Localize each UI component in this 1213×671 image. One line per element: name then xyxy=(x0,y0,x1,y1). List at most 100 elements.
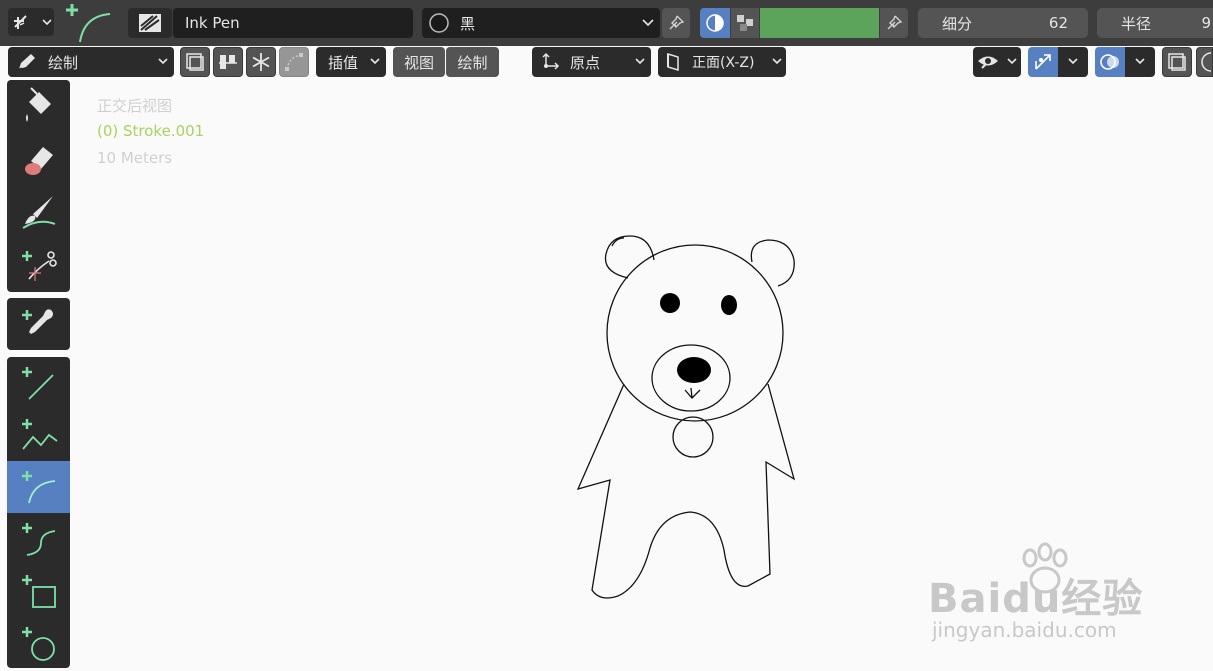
guides-icon xyxy=(219,55,237,69)
overlays-dropdown[interactable] xyxy=(1125,47,1155,77)
right-eye xyxy=(721,295,737,315)
view-menu-label: 视图 xyxy=(403,53,434,72)
radius-slider[interactable]: 半径 9 xyxy=(1097,8,1213,38)
xray-icon xyxy=(1168,53,1186,71)
tool-polyline[interactable] xyxy=(7,409,70,461)
gizmo-icon xyxy=(1035,54,1051,70)
tool-curve[interactable] xyxy=(7,513,70,565)
active-tool-arc-icon xyxy=(64,2,116,44)
color-swatch[interactable] xyxy=(760,8,879,38)
gizmo-dropdown[interactable] xyxy=(1058,47,1088,77)
overlays-icon xyxy=(1100,54,1119,70)
origin-axes-icon xyxy=(542,52,560,70)
viewport-header: 绘制 插值 视图 绘制 原点 正面(X-Z) xyxy=(0,46,1213,78)
interpolate-dropdown[interactable]: 插值 xyxy=(316,47,386,77)
guides-button[interactable] xyxy=(213,47,243,77)
chevron-down-icon xyxy=(42,19,52,26)
left-ear xyxy=(604,235,655,279)
plane-icon xyxy=(667,52,679,72)
snowflake-icon xyxy=(252,53,270,71)
material-sphere-icon xyxy=(429,13,449,33)
subdivision-slider[interactable]: 细分 62 xyxy=(918,8,1088,38)
multiframe-button[interactable] xyxy=(180,47,210,77)
view-name-text: 正交后视图 xyxy=(97,97,173,115)
toolbar-group-edit xyxy=(7,80,70,292)
right-ear xyxy=(750,239,795,287)
origin-label: 原点 xyxy=(570,53,601,72)
pin-material-button[interactable] xyxy=(662,8,690,38)
pencil-icon xyxy=(18,54,35,70)
tool-arc[interactable] xyxy=(7,461,70,513)
subdivision-value: 62 xyxy=(1048,14,1068,32)
eye-icon xyxy=(978,56,998,69)
arc-icon xyxy=(21,471,55,504)
pin-color-button[interactable] xyxy=(880,8,908,38)
fill-bucket-icon xyxy=(25,87,51,122)
material-dropdown[interactable]: 黑 xyxy=(422,8,660,38)
chevron-down-icon xyxy=(1135,58,1145,65)
radius-label: 半径 xyxy=(1121,14,1152,33)
collar-tag xyxy=(672,416,714,458)
chevron-down-icon xyxy=(1068,58,1078,65)
tool-cutter[interactable] xyxy=(7,239,70,291)
circle-icon xyxy=(21,627,55,661)
box-icon xyxy=(21,575,56,608)
left-eye xyxy=(660,293,680,313)
visibility-dropdown[interactable] xyxy=(973,47,1021,77)
watermark-brand: Baidu经验 xyxy=(928,576,1144,622)
pin-icon xyxy=(669,15,685,30)
chevron-down-icon xyxy=(772,58,782,65)
watermark-url: jingyan.baidu.com xyxy=(932,618,1117,642)
mode-label: 绘制 xyxy=(48,53,79,72)
view-menu[interactable]: 视图 xyxy=(393,47,445,77)
shading-button[interactable] xyxy=(1196,47,1213,77)
tool-line[interactable] xyxy=(7,357,70,409)
curve-icon xyxy=(21,523,55,556)
bear-drawing[interactable] xyxy=(560,225,810,605)
chevron-down-icon xyxy=(642,19,654,27)
tool-fill[interactable] xyxy=(7,80,70,132)
tool-eyedropper[interactable] xyxy=(7,298,70,350)
draw-menu[interactable]: 绘制 xyxy=(446,47,499,77)
top-header: Ink Pen 黑 细分 62 半径 9 xyxy=(0,0,1213,46)
tool-tint[interactable] xyxy=(7,186,70,238)
scale-text: 10 Meters xyxy=(97,149,173,167)
brush-name-text: Ink Pen xyxy=(185,14,240,32)
vertex-color-icon xyxy=(737,15,753,31)
eraser-icon xyxy=(24,147,53,175)
grease-pencil-icon xyxy=(14,15,27,29)
tool-settings-dropdown[interactable] xyxy=(8,8,54,36)
xray-button[interactable] xyxy=(1162,47,1192,77)
curve-edit-icon xyxy=(285,53,303,71)
pin-icon xyxy=(887,15,903,30)
eyedropper-icon xyxy=(21,309,53,334)
tool-erase[interactable] xyxy=(7,133,70,185)
nose xyxy=(677,357,711,383)
tint-brush-icon xyxy=(21,196,55,229)
cutter-icon xyxy=(21,251,57,281)
toolbar-group-primitives xyxy=(7,357,70,668)
line-icon xyxy=(21,367,54,400)
tool-box[interactable] xyxy=(7,565,70,617)
plane-label: 正面(X-Z) xyxy=(692,55,755,71)
chevron-down-icon xyxy=(635,58,645,65)
wireframe-icon xyxy=(1201,52,1211,72)
mode-dropdown[interactable]: 绘制 xyxy=(8,47,174,77)
material-mode-icon xyxy=(706,14,724,32)
brush-name-field[interactable]: Ink Pen xyxy=(173,8,413,38)
watermark: Baidu经验 jingyan.baidu.com xyxy=(928,540,1158,650)
brush-preview-icon[interactable] xyxy=(128,8,172,38)
drawing-plane-dropdown[interactable]: 正面(X-Z) xyxy=(658,47,786,77)
material-mode-button[interactable] xyxy=(700,8,730,38)
tool-circle[interactable] xyxy=(7,617,70,669)
body-left xyxy=(576,383,796,599)
subdivision-label: 细分 xyxy=(942,14,973,33)
radius-value: 9 xyxy=(1201,14,1211,32)
interpolate-label: 插值 xyxy=(328,53,359,72)
stroke-placement-dropdown[interactable]: 原点 xyxy=(532,47,651,77)
vertex-color-mode-button[interactable] xyxy=(731,8,759,38)
gizmo-toggle[interactable] xyxy=(1028,47,1058,77)
overlays-toggle[interactable] xyxy=(1095,47,1125,77)
freeze-button[interactable] xyxy=(246,47,276,77)
curve-edit-button[interactable] xyxy=(279,47,309,77)
